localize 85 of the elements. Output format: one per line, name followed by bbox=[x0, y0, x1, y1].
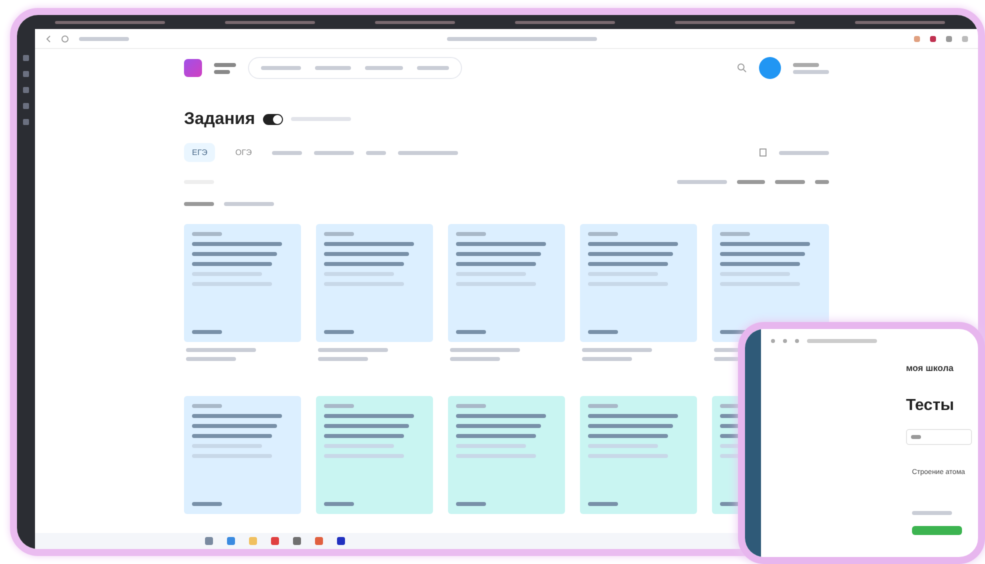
status-badge bbox=[912, 526, 962, 535]
illegible-text bbox=[456, 232, 486, 236]
sidebar-icon[interactable] bbox=[23, 119, 29, 125]
illegible-text bbox=[582, 357, 632, 361]
task-card[interactable] bbox=[184, 396, 301, 514]
taskbar-icon[interactable] bbox=[315, 537, 323, 545]
illegible-text bbox=[793, 62, 819, 66]
illegible-text bbox=[192, 404, 222, 408]
search-icon[interactable] bbox=[737, 63, 747, 73]
extension-icon[interactable] bbox=[930, 36, 936, 42]
task-card[interactable] bbox=[580, 396, 697, 514]
illegible-text bbox=[911, 435, 921, 439]
exam-tab[interactable]: ЕГЭ bbox=[184, 143, 216, 162]
illegible-text bbox=[214, 70, 230, 74]
illegible-text bbox=[450, 357, 500, 361]
illegible-text bbox=[795, 339, 799, 343]
illegible-text bbox=[807, 339, 877, 343]
illegible-text bbox=[214, 62, 236, 66]
illegible-text bbox=[677, 180, 727, 184]
illegible-text bbox=[192, 330, 222, 334]
illegible-text bbox=[588, 330, 618, 334]
filter-icon[interactable] bbox=[759, 148, 767, 157]
illegible-text bbox=[588, 502, 618, 506]
taskbar-icon[interactable] bbox=[271, 537, 279, 545]
taskbar-icon[interactable] bbox=[205, 537, 213, 545]
illegible-text bbox=[417, 66, 449, 70]
illegible-text bbox=[192, 232, 222, 236]
extension-icon[interactable] bbox=[946, 36, 952, 42]
back-icon[interactable] bbox=[45, 34, 51, 42]
illegible-text bbox=[793, 70, 829, 74]
illegible-text bbox=[779, 150, 829, 154]
illegible-text bbox=[324, 502, 354, 506]
illegible-text bbox=[261, 66, 301, 70]
illegible-text bbox=[324, 330, 354, 334]
illegible-text bbox=[224, 202, 274, 206]
illegible-text bbox=[771, 339, 775, 343]
illegible-text bbox=[815, 180, 829, 184]
toggle-switch[interactable] bbox=[263, 114, 283, 124]
illegible-text bbox=[184, 202, 214, 206]
illegible-text bbox=[365, 66, 403, 70]
illegible-text bbox=[318, 348, 388, 352]
taskbar-icon[interactable] bbox=[227, 537, 235, 545]
illegible-text bbox=[456, 330, 486, 334]
select-field[interactable] bbox=[906, 429, 972, 445]
illegible-text bbox=[783, 339, 787, 343]
illegible-text bbox=[315, 66, 351, 70]
illegible-text bbox=[456, 404, 486, 408]
illegible-text bbox=[192, 502, 222, 506]
illegible-text bbox=[582, 348, 652, 352]
sidebar-icon[interactable] bbox=[23, 71, 29, 77]
task-card[interactable] bbox=[184, 224, 301, 342]
sidebar-icon[interactable] bbox=[23, 103, 29, 109]
illegible-text bbox=[318, 357, 368, 361]
illegible-text bbox=[588, 404, 618, 408]
avatar[interactable] bbox=[759, 57, 781, 79]
illegible-text bbox=[79, 36, 129, 40]
brand-name[interactable]: моя школа bbox=[906, 363, 954, 373]
page-title: Тесты bbox=[906, 397, 954, 415]
illegible-text bbox=[324, 404, 354, 408]
illegible-text bbox=[775, 180, 805, 184]
taskbar-icon[interactable] bbox=[337, 537, 345, 545]
illegible-text bbox=[450, 348, 520, 352]
exam-tab[interactable]: ОГЭ bbox=[227, 143, 260, 162]
illegible-text bbox=[398, 150, 458, 154]
taskbar-icon[interactable] bbox=[293, 537, 301, 545]
sidebar-icon[interactable] bbox=[23, 55, 29, 61]
illegible-text bbox=[720, 232, 750, 236]
illegible-text bbox=[588, 232, 618, 236]
task-card[interactable] bbox=[316, 396, 433, 514]
task-card[interactable] bbox=[316, 224, 433, 342]
sidebar-icon[interactable] bbox=[23, 87, 29, 93]
task-card[interactable] bbox=[448, 396, 565, 514]
illegible-text bbox=[186, 357, 236, 361]
logo-icon[interactable] bbox=[184, 59, 202, 77]
illegible-text bbox=[737, 180, 765, 184]
illegible-text bbox=[912, 511, 952, 515]
illegible-text bbox=[186, 348, 256, 352]
page-title: Задания bbox=[184, 109, 255, 129]
illegible-text bbox=[272, 150, 302, 154]
illegible-text bbox=[314, 150, 354, 154]
task-card[interactable] bbox=[580, 224, 697, 342]
illegible-text bbox=[456, 502, 486, 506]
illegible-text bbox=[324, 232, 354, 236]
illegible-text bbox=[366, 150, 386, 154]
task-card[interactable] bbox=[448, 224, 565, 342]
